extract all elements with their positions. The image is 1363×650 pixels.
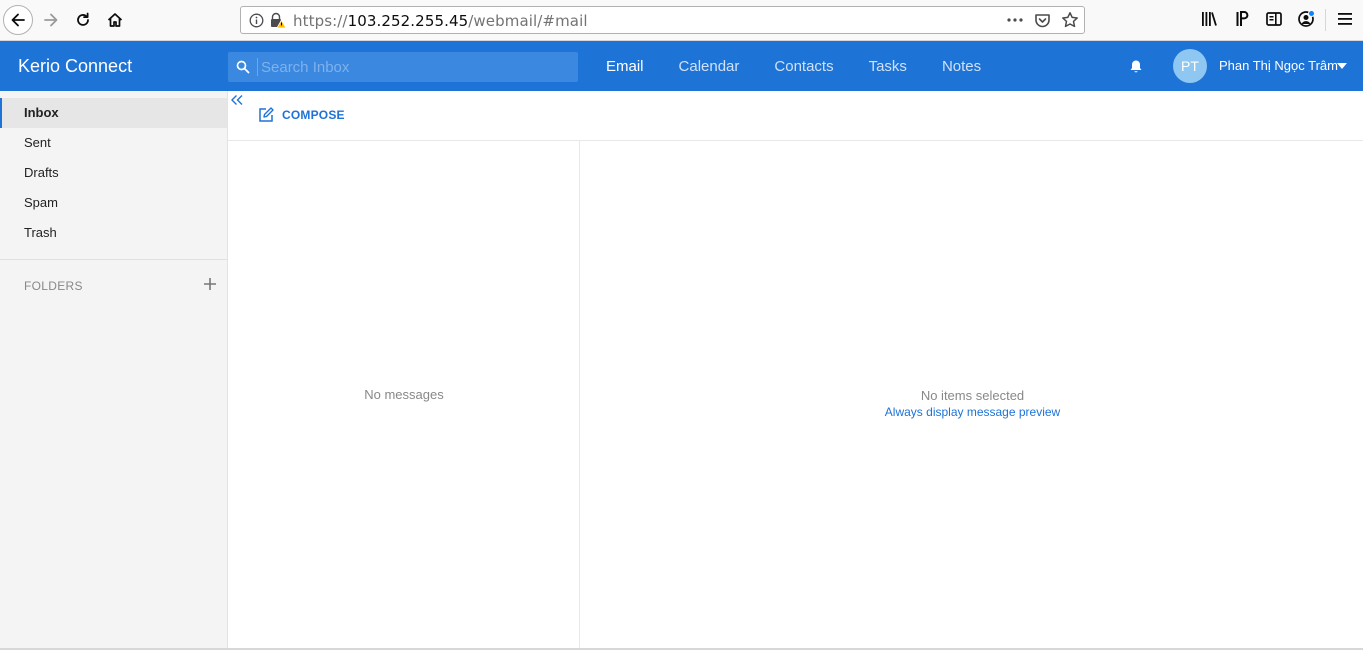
compose-button[interactable]: COMPOSE bbox=[258, 107, 345, 123]
sidebar-divider bbox=[0, 259, 227, 260]
forward-icon bbox=[44, 13, 58, 27]
forward-button[interactable] bbox=[36, 5, 66, 35]
brand-title: Kerio Connect bbox=[18, 56, 133, 76]
browser-toolbar: https://103.252.255.45/webmail/#mail bbox=[0, 0, 1363, 41]
library-icon[interactable] bbox=[1200, 10, 1218, 28]
home-icon bbox=[107, 13, 123, 27]
sidebar-item-trash[interactable]: Trash bbox=[0, 218, 227, 248]
compose-label: COMPOSE bbox=[282, 108, 345, 122]
url-text[interactable]: https://103.252.255.45/webmail/#mail bbox=[293, 12, 588, 30]
home-button[interactable] bbox=[100, 5, 130, 35]
nav-notes[interactable]: Notes bbox=[942, 58, 981, 75]
mail-folder-list: Inbox Sent Drafts Spam Trash bbox=[0, 98, 227, 248]
message-list: No messages bbox=[228, 141, 580, 648]
bookmark-star-icon[interactable] bbox=[1061, 11, 1079, 29]
back-button[interactable] bbox=[3, 5, 33, 35]
account-icon[interactable] bbox=[1297, 10, 1315, 28]
nav-tasks[interactable]: Tasks bbox=[869, 58, 907, 75]
app-nav: Email Calendar Contacts Tasks Notes bbox=[606, 58, 1016, 75]
no-items-selected-text: No items selected bbox=[920, 388, 1025, 403]
collapse-sidebar-icon[interactable] bbox=[230, 94, 244, 106]
reload-button[interactable] bbox=[68, 5, 98, 35]
nav-email[interactable]: Email bbox=[606, 58, 644, 75]
sidebar-item-spam[interactable]: Spam bbox=[0, 188, 227, 218]
nav-calendar[interactable]: Calendar bbox=[679, 58, 740, 75]
info-icon[interactable] bbox=[249, 13, 264, 28]
sidebar: Inbox Sent Drafts Spam Trash FOLDERS bbox=[0, 91, 228, 650]
bell-icon[interactable] bbox=[1129, 59, 1143, 74]
reload-icon bbox=[77, 12, 89, 26]
reader-view-icon[interactable] bbox=[1265, 10, 1283, 28]
search-divider bbox=[257, 58, 258, 76]
sidebar-item-inbox[interactable]: Inbox bbox=[0, 98, 227, 128]
sidebar-item-drafts[interactable]: Drafts bbox=[0, 158, 227, 188]
search-input[interactable] bbox=[261, 52, 571, 82]
add-folder-plus-icon[interactable] bbox=[203, 277, 217, 291]
insecure-lock-icon[interactable] bbox=[269, 12, 287, 29]
nav-contacts[interactable]: Contacts bbox=[774, 58, 833, 75]
search-box[interactable] bbox=[228, 52, 578, 82]
search-icon bbox=[236, 60, 250, 74]
pocket-icon[interactable] bbox=[1034, 12, 1051, 29]
more-icon[interactable] bbox=[1006, 14, 1024, 26]
toolbar-separator bbox=[1325, 9, 1326, 31]
ip-icon[interactable] bbox=[1235, 10, 1249, 28]
always-display-preview-link[interactable]: Always display message preview bbox=[580, 405, 1363, 419]
url-bar[interactable]: https://103.252.255.45/webmail/#mail bbox=[240, 6, 1085, 34]
user-name[interactable]: Phan Thị Ngọc Trâm bbox=[1219, 58, 1338, 73]
sidebar-item-sent[interactable]: Sent bbox=[0, 128, 227, 158]
avatar[interactable]: PT bbox=[1173, 49, 1207, 83]
preview-pane: No items selected Always display message… bbox=[580, 141, 1363, 648]
back-icon bbox=[11, 13, 25, 27]
app-header: Kerio Connect Email Calendar Contacts Ta… bbox=[0, 41, 1363, 91]
folders-heading: FOLDERS bbox=[24, 279, 83, 293]
chevron-down-icon[interactable] bbox=[1337, 63, 1347, 69]
compose-icon bbox=[259, 107, 274, 122]
empty-message-list-text: No messages bbox=[364, 387, 444, 402]
hamburger-menu-icon[interactable] bbox=[1337, 10, 1353, 28]
